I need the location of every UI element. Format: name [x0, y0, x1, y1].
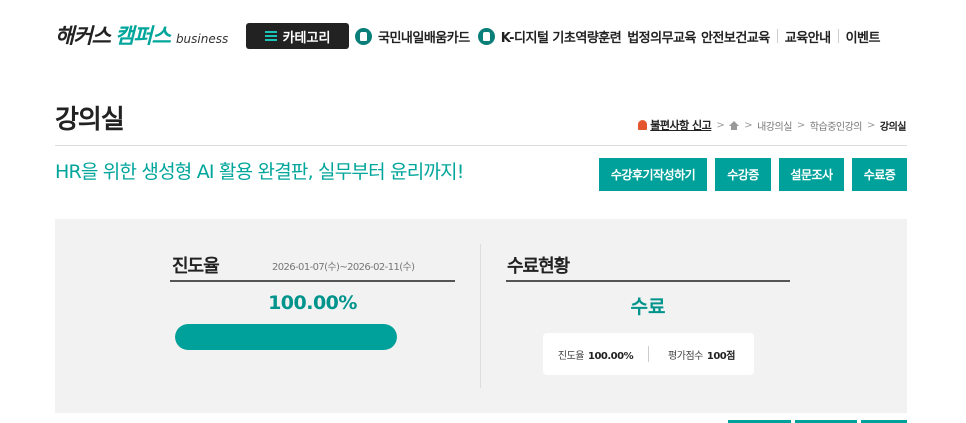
panel-divider: [480, 244, 481, 388]
completion-title: 수료현황: [507, 256, 570, 277]
chevron-right-icon: >: [744, 119, 753, 131]
site-logo[interactable]: 해커스 캠퍼스 business: [55, 20, 228, 50]
logo-text-campus: 캠퍼스: [114, 24, 171, 48]
score-summary: 진도율 100.00% 평가점수 100점: [543, 333, 754, 375]
page-title: 강의실: [55, 105, 125, 135]
progress-title-rule: [170, 280, 455, 282]
siren-icon: [638, 120, 648, 130]
nav-item-safety-education[interactable]: 안전보건교육: [701, 27, 770, 46]
chevron-right-icon: >: [716, 119, 725, 131]
nav-item-event[interactable]: 이벤트: [846, 27, 881, 46]
menu-icon: [264, 31, 277, 41]
report-link[interactable]: 불편사항 신고: [638, 117, 712, 133]
progress-bar: [175, 324, 397, 350]
progress-percent: 100.00%: [268, 292, 357, 314]
breadcrumb-my-classroom[interactable]: 내강의실: [757, 118, 792, 133]
course-title: HR을 위한 생성형 AI 활용 완결판, 실무부터 윤리까지!: [55, 161, 464, 183]
completion-status: 수료: [630, 296, 666, 318]
nav-item-national-card[interactable]: 국민내일배움카드: [378, 27, 470, 46]
enrollment-certificate-button[interactable]: 수강증: [715, 158, 771, 191]
progress-title: 진도율: [172, 256, 220, 277]
category-button[interactable]: 카테고리: [246, 23, 349, 49]
nav-divider: [776, 29, 778, 43]
score-item: 평가점수 100점: [649, 347, 754, 362]
chevron-right-icon: >: [796, 119, 805, 131]
completion-title-rule: [506, 280, 790, 282]
progress-summary-label: 진도율: [557, 350, 585, 362]
score-value: 100점: [706, 350, 736, 362]
course-period: 2026-01-07(수)~2026-02-11(수): [272, 262, 415, 273]
breadcrumb-current: 강의실: [879, 121, 907, 133]
thumbs-up-icon: [355, 27, 372, 45]
progress-summary-value: 100.00%: [588, 350, 634, 362]
breadcrumb-learning-courses[interactable]: 학습중인강의: [810, 118, 863, 133]
thumbs-up-icon: [477, 27, 495, 45]
nav-item-legal-education[interactable]: 법정의무교육: [627, 27, 696, 46]
title-divider: [55, 145, 907, 146]
report-label: 불편사항 신고: [650, 119, 712, 132]
write-review-button[interactable]: 수강후기작성하기: [599, 158, 707, 191]
home-icon[interactable]: [729, 120, 740, 130]
nav-item-k-digital[interactable]: K-디지털 기초역량훈련: [501, 27, 622, 46]
completion-certificate-button[interactable]: 수료증: [852, 158, 907, 191]
progress-bar-fill: [175, 324, 397, 350]
score-label: 평가점수: [668, 350, 703, 362]
nav-item-education-guide[interactable]: 교육안내: [785, 27, 831, 46]
logo-text-hackers: 해커스: [55, 24, 111, 48]
progress-summary: 진도율 100.00%: [543, 347, 648, 362]
category-label: 카테고리: [282, 30, 331, 46]
survey-button[interactable]: 설문조사: [779, 158, 844, 191]
nav-divider: [837, 29, 839, 43]
breadcrumb: 불편사항 신고 > > 내강의실 > 학습중인강의 > 강의실: [638, 117, 907, 133]
main-nav: 국민내일배움카드 K-디지털 기초역량훈련 법정의무교육 안전보건교육 교육안내…: [355, 23, 880, 49]
logo-text-business: business: [175, 32, 229, 46]
chevron-right-icon: >: [867, 119, 875, 131]
